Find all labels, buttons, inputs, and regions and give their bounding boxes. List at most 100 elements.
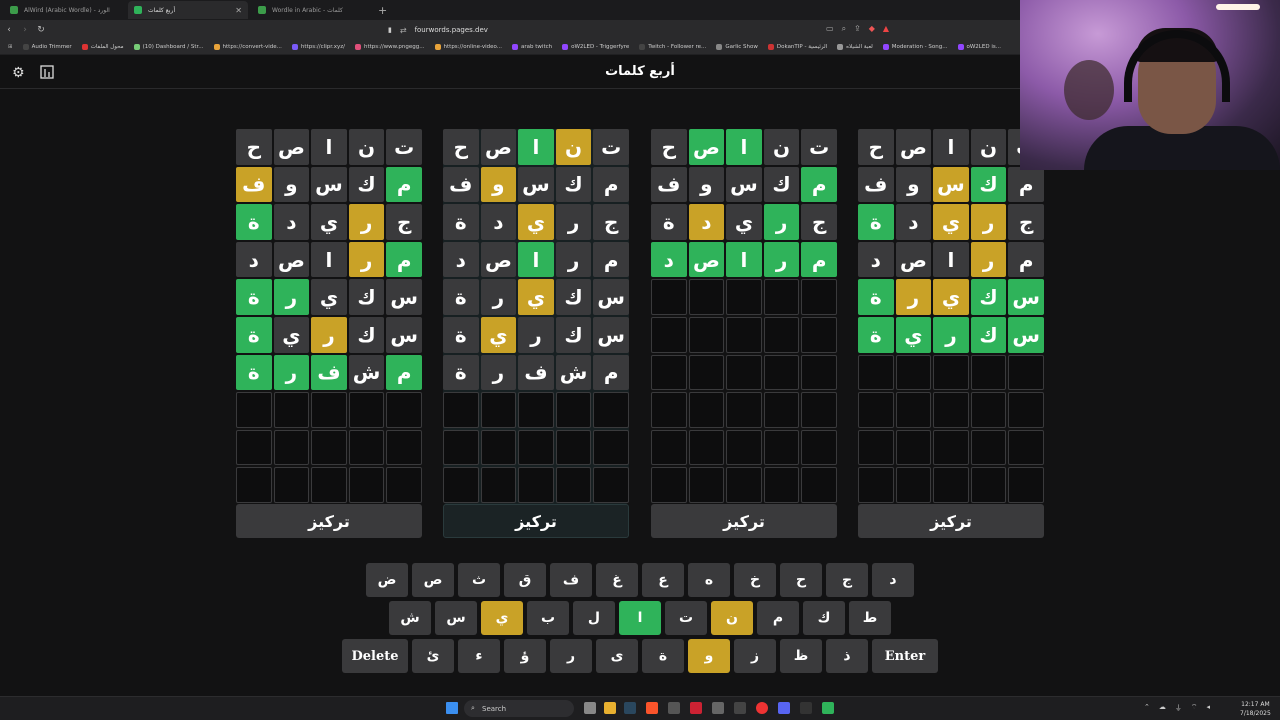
volume-icon[interactable]: ◂ (1206, 703, 1210, 713)
brave-icon[interactable] (646, 702, 658, 714)
bookmark-item[interactable]: Twitch - Follower re... (639, 44, 706, 50)
letter-tile: د (651, 241, 687, 278)
letter-tile: س (726, 166, 762, 203)
letter-key[interactable]: ر (550, 639, 592, 673)
rewards-icon[interactable]: ▲ (883, 24, 889, 34)
letter-key[interactable]: ت (665, 601, 707, 635)
letter-key[interactable]: ب (527, 601, 569, 635)
letter-tile: ر (895, 279, 932, 315)
windows-start-icon[interactable] (446, 702, 458, 714)
letter-key[interactable]: ز (734, 639, 776, 673)
bookmark-item[interactable]: Garlic Show (716, 44, 758, 50)
bookmark-item[interactable]: https://clipr.xyz/ (291, 44, 345, 50)
back-icon[interactable]: ‹ (2, 25, 16, 35)
bookmark-item[interactable]: arab twitch (512, 44, 552, 50)
letter-tile: ر (518, 316, 554, 353)
new-tab-icon[interactable]: + (378, 4, 387, 17)
wifi-icon[interactable]: ⌔ (1191, 703, 1198, 713)
tab-fourwords[interactable]: أربع كلمات ✕ (128, 1, 248, 19)
app-icon[interactable] (712, 702, 724, 714)
delete-key[interactable]: Delete (342, 639, 408, 673)
bookmark-item[interactable]: oW2LED - Triggerfyre (562, 44, 629, 50)
app-icon[interactable] (800, 702, 812, 714)
site-info-icon[interactable]: ⇄ (400, 26, 407, 35)
letter-key[interactable]: ئ (412, 639, 454, 673)
letter-key[interactable]: ق (504, 563, 546, 597)
app-icon[interactable] (756, 702, 768, 714)
mic-icon[interactable]: ⏚ (1175, 703, 1182, 713)
letter-key[interactable]: غ (596, 563, 638, 597)
bookmark-item[interactable]: oW2LED is... (957, 44, 1001, 50)
url-field[interactable]: ▮ ⇄ fourwords.pages.dev (388, 26, 488, 35)
letter-key[interactable]: ى (596, 639, 638, 673)
board-row: ةيركس (236, 316, 422, 353)
bookmark-item[interactable]: (10) Dashboard / Str... (133, 44, 204, 50)
letter-tile: ا (518, 241, 554, 278)
letter-key[interactable]: ي (481, 601, 523, 635)
bookmark-item[interactable]: DokanTIP - الرئيسية (767, 44, 827, 50)
bookmark-item[interactable]: https://www.pngegg... (354, 44, 425, 50)
task-view-icon[interactable] (584, 702, 596, 714)
bookmark-item[interactable]: محول الملفات (81, 44, 124, 50)
steam-icon[interactable] (624, 702, 636, 714)
letter-tile: ك (555, 316, 592, 353)
letter-key[interactable]: ج (826, 563, 868, 597)
letter-tile: ف (518, 354, 554, 391)
letter-key[interactable]: د (872, 563, 914, 597)
letter-key[interactable]: ة (642, 639, 684, 673)
app-icon[interactable] (734, 702, 746, 714)
bookmark-item[interactable]: https://online-video... (434, 44, 502, 50)
file-explorer-icon[interactable] (604, 702, 616, 714)
letter-key[interactable]: ء (458, 639, 500, 673)
letter-key[interactable]: ك (803, 601, 845, 635)
app-icon[interactable] (822, 702, 834, 714)
letter-key[interactable]: خ (734, 563, 776, 597)
letter-key[interactable]: ن (711, 601, 753, 635)
reload-icon[interactable]: ↻ (34, 25, 48, 35)
bookmark-item[interactable]: Moderation - Song... (882, 44, 948, 50)
enter-key[interactable]: Enter (872, 639, 938, 673)
letter-key[interactable]: ث (458, 563, 500, 597)
bookmark-item[interactable]: https://convert-vide... (213, 44, 282, 50)
cast-icon[interactable]: ▭ (826, 24, 834, 34)
letter-key[interactable]: ه (688, 563, 730, 597)
close-tab-icon[interactable]: ✕ (235, 6, 242, 15)
app-icon[interactable] (690, 702, 702, 714)
forward-icon[interactable]: › (18, 25, 32, 35)
letter-key[interactable]: ص (412, 563, 454, 597)
bookmark-item[interactable]: لعبة الشيلاه (837, 44, 873, 50)
letter-tile: د (443, 241, 479, 278)
letter-key[interactable]: ف (550, 563, 592, 597)
letter-key[interactable]: ض (366, 563, 408, 597)
bookmark-item[interactable]: Audio Trimmer (22, 44, 72, 50)
tab-wordle-arabic[interactable]: Wordle in Arabic - كلمات (252, 1, 372, 19)
app-icon[interactable] (668, 702, 680, 714)
shield-icon[interactable]: ◆ (869, 24, 875, 34)
cloud-icon[interactable]: ☁ (1159, 703, 1166, 713)
chevron-up-icon[interactable]: ⌃ (1144, 703, 1150, 713)
apps-icon[interactable]: ⊞ (8, 44, 13, 50)
focus-button[interactable]: تركيز (651, 504, 837, 538)
clock[interactable]: 12:17 AM 7/18/2025 (1240, 700, 1271, 718)
letter-key[interactable]: ط (849, 601, 891, 635)
taskbar-search[interactable]: ⌕ Search (464, 700, 574, 717)
tab-alwird[interactable]: AlWird (Arabic Wordle) - الورد (4, 1, 124, 19)
letter-key[interactable]: و (688, 639, 730, 673)
app-icon[interactable] (778, 702, 790, 714)
focus-button[interactable]: تركيز (858, 504, 1044, 538)
zoom-icon[interactable]: ⌕ (842, 24, 846, 34)
focus-button[interactable]: تركيز (443, 504, 629, 538)
letter-key[interactable]: ع (642, 563, 684, 597)
letter-key[interactable]: س (435, 601, 477, 635)
letter-key[interactable]: ا (619, 601, 661, 635)
focus-button[interactable]: تركيز (236, 504, 422, 538)
letter-key[interactable]: م (757, 601, 799, 635)
share-icon[interactable]: ⇪ (854, 24, 861, 34)
letter-key[interactable]: ؤ (504, 639, 546, 673)
letter-key[interactable]: ظ (780, 639, 822, 673)
letter-key[interactable]: ح (780, 563, 822, 597)
letter-key[interactable]: ذ (826, 639, 868, 673)
letter-key[interactable]: ش (389, 601, 431, 635)
bookmark-icon[interactable]: ▮ (388, 26, 392, 34)
letter-key[interactable]: ل (573, 601, 615, 635)
